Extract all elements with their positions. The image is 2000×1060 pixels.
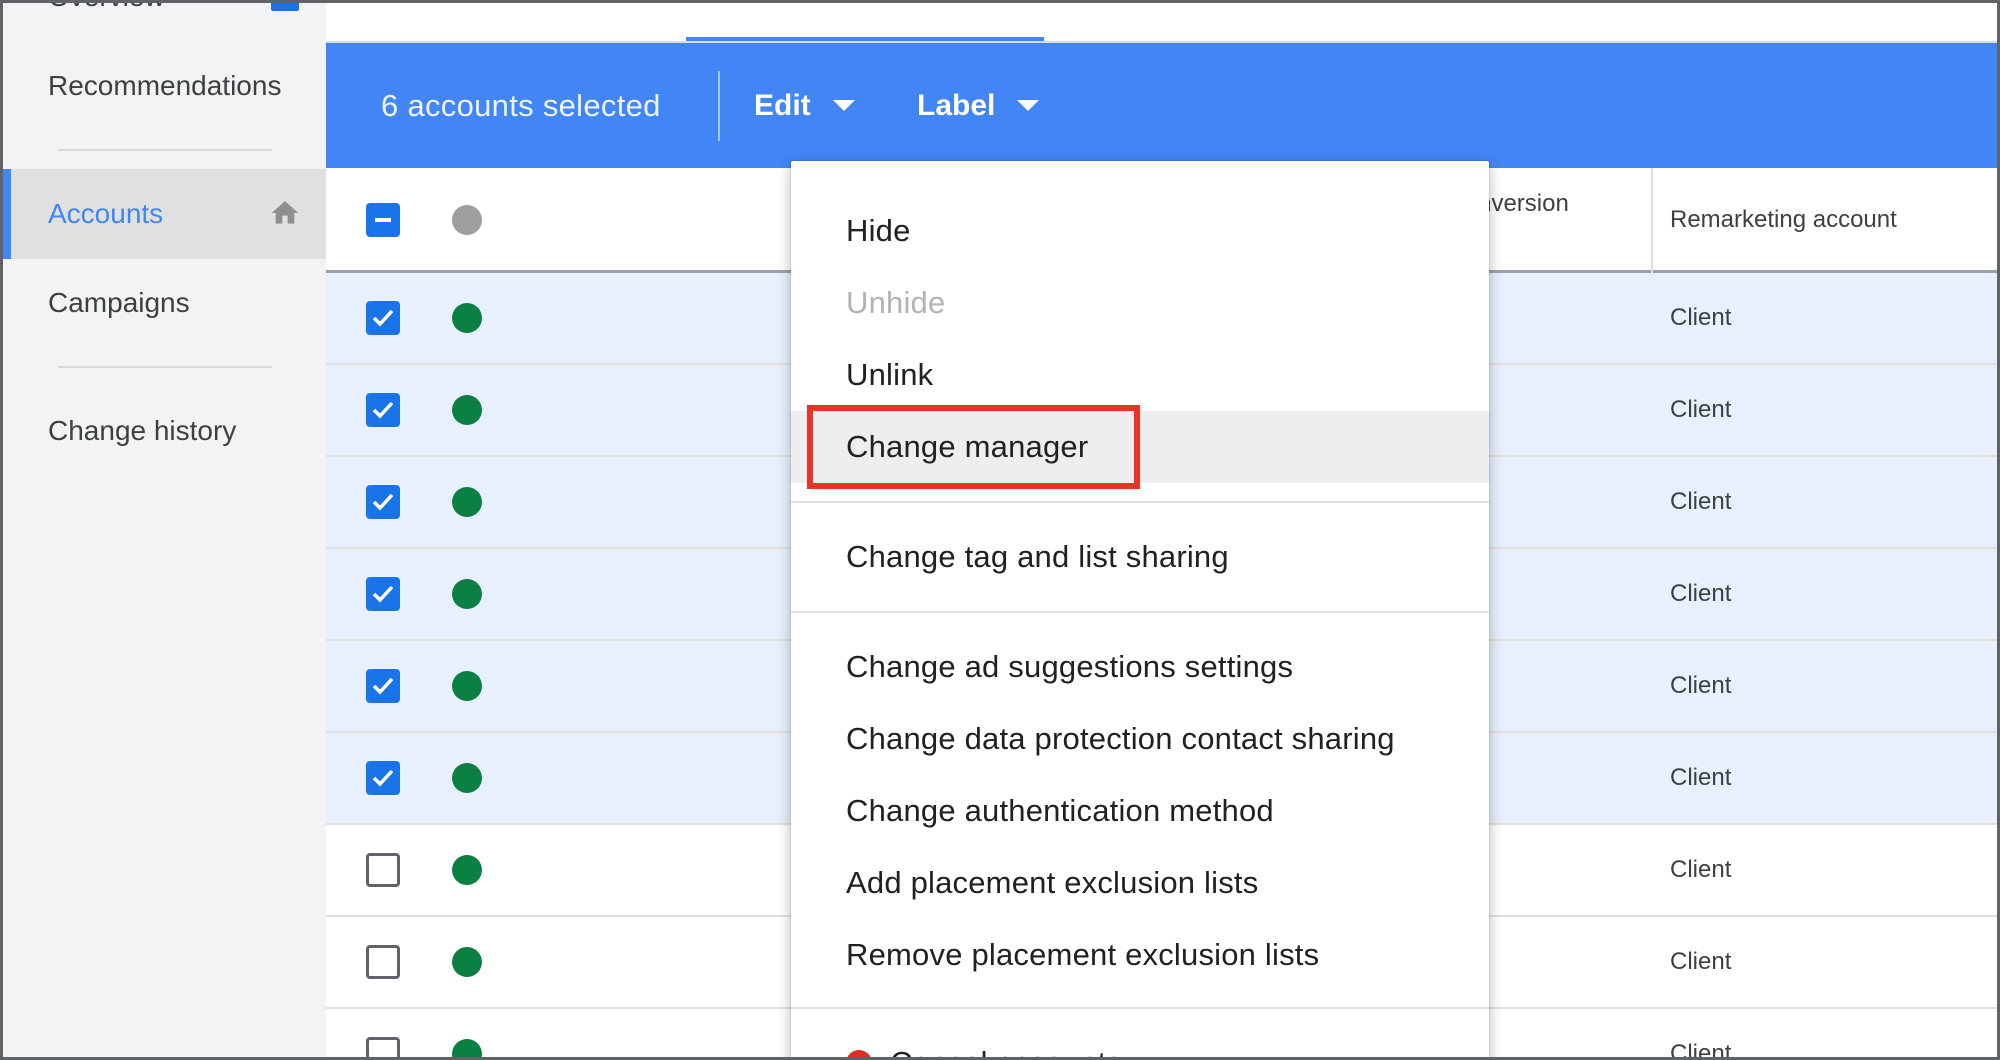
column-header-remarketing-account[interactable]: Remarketing account <box>1670 168 1970 270</box>
cell-remarketing-account: Client <box>1670 764 1732 791</box>
home-icon <box>271 201 299 224</box>
menu-item-remove-placement-exclusions[interactable]: Remove placement exclusion lists <box>791 919 1489 991</box>
menu-item-change-data-protection[interactable]: Change data protection contact sharing <box>791 703 1489 775</box>
app-window: Overview Recommendations Accounts Campai… <box>0 0 2000 1060</box>
select-all-checkbox[interactable] <box>366 203 400 237</box>
menu-divider <box>791 1007 1489 1009</box>
status-column-icon <box>452 205 482 235</box>
edit-button-label: Edit <box>754 88 811 122</box>
row-checkbox[interactable] <box>366 669 400 703</box>
label-menu-button[interactable]: Label <box>917 43 1040 168</box>
row-checkbox[interactable] <box>366 301 400 335</box>
action-bar-divider <box>718 71 720 141</box>
status-enabled-icon <box>452 1039 482 1057</box>
status-enabled-icon <box>452 579 482 609</box>
status-enabled-icon <box>452 855 482 885</box>
status-enabled-icon <box>452 671 482 701</box>
cell-remarketing-account: Client <box>1670 304 1732 331</box>
sidebar-divider <box>58 149 272 151</box>
cell-remarketing-account: Client <box>1670 488 1732 515</box>
sidebar-item-label: Change history <box>48 415 237 446</box>
row-checkbox[interactable] <box>366 577 400 611</box>
cell-remarketing-account: Client <box>1670 672 1732 699</box>
status-enabled-icon <box>452 487 482 517</box>
sidebar-item-change-history[interactable]: Change history <box>3 386 326 476</box>
status-enabled-icon <box>452 763 482 793</box>
menu-item-unlink[interactable]: Unlink <box>791 339 1489 411</box>
row-checkbox[interactable] <box>366 945 400 979</box>
cell-remarketing-account: Client <box>1670 948 1732 975</box>
check-icon <box>372 309 394 327</box>
menu-item-label: Cancel accounts <box>890 1045 1122 1057</box>
cell-remarketing-account: Client <box>1670 856 1732 883</box>
menu-divider <box>791 501 1489 503</box>
edit-menu-button[interactable]: Edit <box>754 43 855 168</box>
sidebar-item-label: Campaigns <box>48 287 190 318</box>
menu-divider <box>791 611 1489 613</box>
status-enabled-icon <box>452 303 482 333</box>
check-icon <box>372 585 394 603</box>
selection-action-bar: 6 accounts selected Edit Label <box>326 43 1997 168</box>
menu-item-change-tag-list-sharing[interactable]: Change tag and list sharing <box>791 521 1489 593</box>
sidebar-item-label: Recommendations <box>48 70 282 101</box>
selection-count: 6 accounts selected <box>381 87 661 123</box>
main-content: 6 accounts selected Edit Label Google <box>326 3 1997 1060</box>
cancel-icon <box>846 1050 872 1057</box>
menu-item-change-ad-suggestions[interactable]: Change ad suggestions settings <box>791 631 1489 703</box>
row-checkbox[interactable] <box>366 485 400 519</box>
sidebar-item-campaigns[interactable]: Campaigns <box>3 258 326 348</box>
sidebar-divider <box>58 366 272 368</box>
edit-dropdown-menu: Hide Unhide Unlink Change manager Change… <box>791 161 1489 1057</box>
status-enabled-icon <box>452 947 482 977</box>
sidebar-item-recommendations[interactable]: Recommendations <box>3 41 326 131</box>
status-enabled-icon <box>452 395 482 425</box>
menu-item-add-placement-exclusions[interactable]: Add placement exclusion lists <box>791 847 1489 919</box>
cell-remarketing-account: Client <box>1670 1040 1732 1060</box>
indeterminate-icon <box>375 218 391 222</box>
check-icon <box>372 401 394 419</box>
check-icon <box>372 493 394 511</box>
row-checkbox[interactable] <box>366 1037 400 1057</box>
sidebar-item-label: Accounts <box>48 198 164 229</box>
menu-item-change-authentication[interactable]: Change authentication method <box>791 775 1489 847</box>
row-checkbox[interactable] <box>366 853 400 887</box>
chevron-down-icon <box>832 100 855 111</box>
check-icon <box>372 677 394 695</box>
cell-remarketing-account: Client <box>1670 580 1732 607</box>
cell-remarketing-account: Client <box>1670 396 1732 423</box>
menu-item-unhide: Unhide <box>846 285 946 320</box>
menu-item-change-manager[interactable]: Change manager <box>791 411 1489 483</box>
label-button-label: Label <box>917 88 996 122</box>
sidebar-item-overview-partial[interactable]: Overview <box>48 3 165 13</box>
menu-item-cancel-accounts[interactable]: Cancel accounts <box>791 1027 1489 1057</box>
overview-icon <box>271 3 299 11</box>
sidebar-item-accounts[interactable]: Accounts <box>3 169 326 259</box>
check-icon <box>372 769 394 787</box>
row-checkbox[interactable] <box>366 761 400 795</box>
menu-item-hide[interactable]: Hide <box>791 195 1489 267</box>
sidebar: Overview Recommendations Accounts Campai… <box>3 3 326 1057</box>
chevron-down-icon <box>1017 100 1040 111</box>
row-checkbox[interactable] <box>366 393 400 427</box>
